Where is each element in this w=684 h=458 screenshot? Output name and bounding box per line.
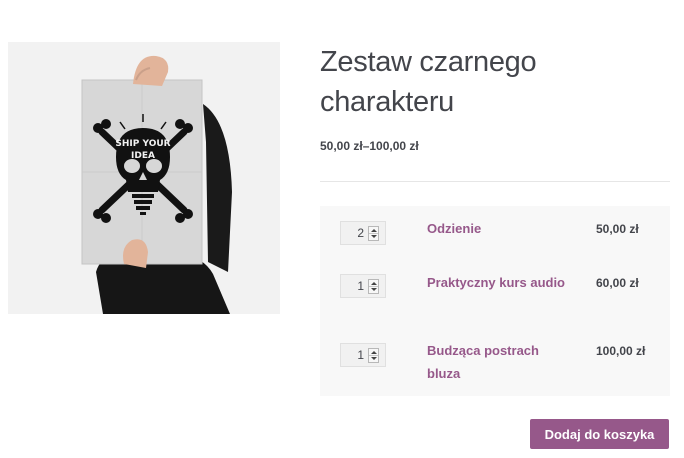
product-image[interactable]: SHIP YOUR IDEA: [8, 42, 280, 314]
spinner-icon[interactable]: [368, 348, 379, 363]
product-link[interactable]: Budząca postrach bluza: [427, 339, 567, 385]
quantity-value: 1: [357, 279, 364, 293]
spinner-icon[interactable]: [368, 226, 379, 241]
spinner-icon[interactable]: [368, 279, 379, 294]
product-link[interactable]: Odzienie: [427, 217, 567, 240]
item-price: 50,00 zł: [596, 222, 639, 236]
quantity-value: 1: [357, 348, 364, 362]
poster-text-line1: SHIP YOUR: [115, 139, 170, 149]
quantity-stepper[interactable]: 1: [340, 274, 386, 298]
quantity-stepper[interactable]: 1: [340, 343, 386, 367]
quantity-value: 2: [357, 226, 364, 240]
price-range: 50,00 zł–100,00 zł: [320, 139, 419, 153]
item-price: 100,00 zł: [596, 344, 646, 358]
grouped-products-table: 2 Odzienie 50,00 zł 1 Praktyczny kurs au…: [320, 206, 670, 396]
poster-text-line2: IDEA: [131, 151, 155, 161]
product-link[interactable]: Praktyczny kurs audio: [427, 271, 567, 294]
product-title: Zestaw czarnego charakteru: [320, 46, 537, 118]
quantity-stepper[interactable]: 2: [340, 221, 386, 245]
poster-skull-image: SHIP YOUR IDEA: [8, 42, 280, 314]
item-price: 60,00 zł: [596, 276, 639, 290]
divider: [320, 181, 670, 182]
add-to-cart-button[interactable]: Dodaj do koszyka: [530, 419, 669, 449]
